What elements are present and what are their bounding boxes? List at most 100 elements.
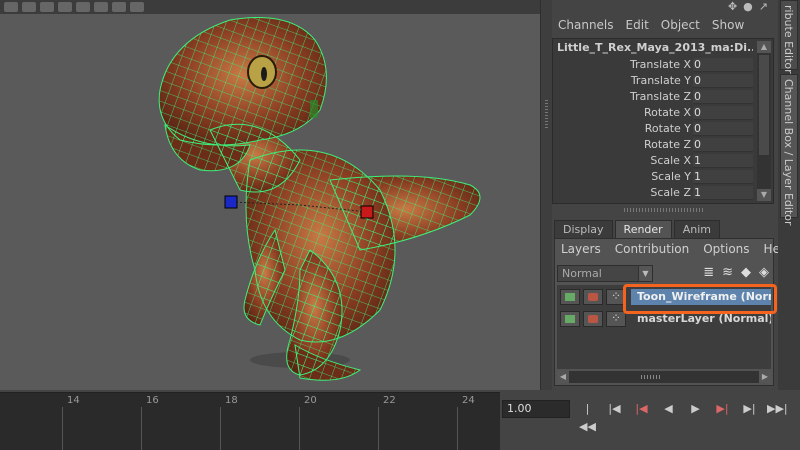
attr-row[interactable]: Translate X0: [553, 57, 753, 73]
attr-value[interactable]: 0: [693, 138, 753, 152]
layer-row-toon-wireframe[interactable]: Toon_Wireframe (Normal): [557, 287, 771, 307]
attr-row[interactable]: Rotate Z0: [553, 137, 753, 153]
attr-label: Scale Y: [651, 170, 691, 183]
tick-mark: [457, 407, 458, 450]
attr-row[interactable]: Rotate X0: [553, 105, 753, 121]
scroll-thumb[interactable]: [759, 55, 769, 155]
layer-editor-tabs: Display Render Anim: [554, 220, 722, 238]
menu-edit[interactable]: Edit: [620, 16, 655, 34]
attr-value[interactable]: 0: [693, 122, 753, 136]
attr-value[interactable]: 0: [693, 74, 753, 88]
members-toggle-icon[interactable]: [606, 289, 626, 305]
graph-icon[interactable]: [130, 2, 144, 12]
menu-show[interactable]: Show: [706, 16, 750, 34]
menu-channels[interactable]: Channels: [552, 16, 620, 34]
renderable-toggle-icon[interactable]: [560, 311, 580, 327]
panel-splitter[interactable]: [540, 0, 552, 390]
render-settings-icon[interactable]: ◆: [741, 265, 751, 280]
tab-attribute-editor[interactable]: ribute Editor: [780, 0, 798, 74]
attr-value[interactable]: 0: [693, 90, 753, 104]
attr-row[interactable]: Scale X1: [553, 153, 753, 169]
scroll-grip[interactable]: [641, 375, 661, 379]
channel-box: Little_T_Rex_Maya_2013_ma:Di... Translat…: [552, 38, 774, 204]
recycle-toggle-icon[interactable]: [583, 289, 603, 305]
play-backwards-icon[interactable]: ◀: [659, 400, 678, 418]
attr-value[interactable]: 1: [693, 186, 753, 200]
tab-label: Channel Box / Layer Editor: [782, 79, 795, 226]
current-time-field[interactable]: 1.00: [502, 400, 570, 418]
tab-channel-box-layer-editor[interactable]: Channel Box / Layer Editor: [780, 74, 798, 226]
viewport-toolbar: [0, 0, 540, 14]
blend-mode-select[interactable]: Normal ▼: [557, 265, 653, 282]
attr-label: Rotate Y: [644, 122, 691, 135]
time-slider[interactable]: 14 16 18 20 22 24: [0, 392, 500, 450]
go-to-start-icon[interactable]: |◀◀: [578, 400, 597, 433]
attr-row[interactable]: Translate Y0: [553, 73, 753, 89]
attr-label: Scale X: [650, 154, 691, 167]
layer-name[interactable]: Toon_Wireframe (Normal): [631, 289, 771, 305]
cube-icon[interactable]: [94, 2, 108, 12]
node-name[interactable]: Little_T_Rex_Maya_2013_ma:Di...: [557, 41, 753, 54]
layer-name[interactable]: masterLayer (Normal): [631, 311, 771, 327]
attr-value[interactable]: 1: [693, 154, 753, 168]
select-icon[interactable]: [4, 2, 18, 12]
attr-row[interactable]: Translate Z0: [553, 89, 753, 105]
tick-label: 16: [146, 395, 159, 406]
chevron-down-icon[interactable]: ▼: [638, 266, 652, 281]
new-layer-icon[interactable]: ≣: [703, 265, 714, 280]
play-forwards-icon[interactable]: ▶: [686, 400, 705, 418]
camera-icon[interactable]: [76, 2, 90, 12]
channel-scrollbar[interactable]: ▲ ▼: [757, 41, 771, 201]
step-back-frame-icon[interactable]: |◀: [632, 400, 651, 418]
mesh-icon[interactable]: [22, 2, 36, 12]
attr-row[interactable]: Rotate Y0: [553, 121, 753, 137]
recycle-toggle-icon[interactable]: [583, 311, 603, 327]
sphere-tool-icon[interactable]: ●: [743, 0, 753, 13]
tab-anim[interactable]: Anim: [673, 220, 720, 238]
tab-label: ribute Editor: [782, 5, 795, 74]
tab-render[interactable]: Render: [614, 220, 672, 238]
menu-layers[interactable]: Layers: [561, 242, 601, 256]
tick-label: 22: [383, 395, 396, 406]
layer-hscrollbar[interactable]: ◀ ▶: [557, 371, 771, 383]
menu-object[interactable]: Object: [655, 16, 706, 34]
tick-label: 14: [67, 395, 80, 406]
attr-row[interactable]: Scale Y1: [553, 169, 753, 185]
move-tool-icon[interactable]: ✥: [728, 0, 737, 13]
tick-label: 20: [304, 395, 317, 406]
attr-label: Scale Z: [650, 186, 691, 199]
renderable-toggle-icon[interactable]: [560, 289, 580, 305]
step-back-key-icon[interactable]: |◀: [605, 400, 624, 418]
layer-menubar: Layers Contribution Options Help: [561, 242, 791, 256]
attr-value[interactable]: 0: [693, 106, 753, 120]
go-to-end-icon[interactable]: ▶▶|: [767, 400, 788, 418]
render-view-icon[interactable]: ◈: [759, 265, 769, 280]
attr-label: Translate Z: [630, 90, 691, 103]
arrow-tool-icon[interactable]: ↗: [759, 0, 768, 13]
attr-value[interactable]: 0: [693, 58, 753, 72]
scroll-up-icon[interactable]: ▲: [757, 41, 771, 53]
scroll-down-icon[interactable]: ▼: [757, 189, 771, 201]
light-icon[interactable]: [58, 2, 72, 12]
layer-stack-icon[interactable]: ≋: [722, 265, 733, 280]
menu-options[interactable]: Options: [703, 242, 749, 256]
attr-value[interactable]: 1: [693, 170, 753, 184]
step-forward-key-icon[interactable]: ▶|: [740, 400, 759, 418]
tab-display[interactable]: Display: [554, 220, 613, 238]
tick-mark: [62, 407, 63, 450]
trex-body: [158, 17, 481, 381]
scroll-right-icon[interactable]: ▶: [759, 371, 771, 383]
trex-model-viewport[interactable]: [0, 0, 540, 390]
layer-row-master[interactable]: masterLayer (Normal): [557, 309, 771, 329]
menu-contribution[interactable]: Contribution: [615, 242, 690, 256]
layer-editor: Layers Contribution Options Help Normal …: [554, 238, 791, 386]
viewport-panel[interactable]: [0, 0, 540, 390]
sphere-icon[interactable]: [40, 2, 54, 12]
scroll-left-icon[interactable]: ◀: [557, 371, 569, 383]
tick-label: 24: [462, 395, 475, 406]
panel-divider-handle[interactable]: [624, 208, 704, 212]
members-toggle-icon[interactable]: [606, 311, 626, 327]
attr-row[interactable]: Scale Z1: [553, 185, 753, 201]
step-forward-frame-icon[interactable]: ▶|: [713, 400, 732, 418]
grid-icon[interactable]: [112, 2, 126, 12]
